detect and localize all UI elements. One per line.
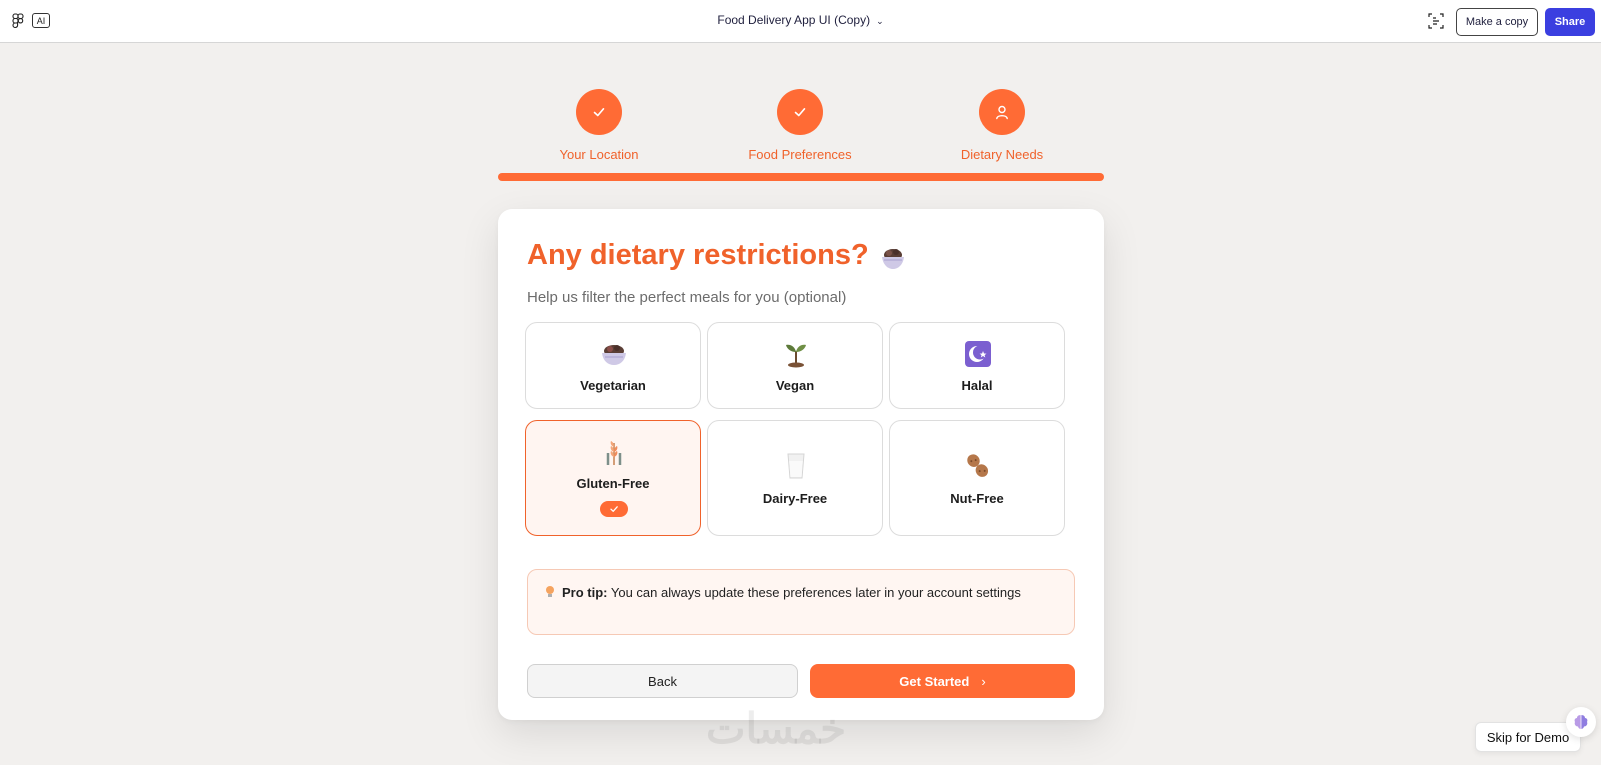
lightbulb-icon xyxy=(546,586,554,597)
step-complete-badge xyxy=(576,89,622,135)
option-label: Halal xyxy=(961,378,993,393)
step-dietary-needs: Dietary Needs xyxy=(912,89,1092,162)
milk-glass-icon xyxy=(787,453,805,479)
crescent-star-icon xyxy=(965,341,991,367)
option-label: Gluten-Free xyxy=(576,476,650,491)
salad-bowl-icon xyxy=(882,249,904,269)
share-button[interactable]: Share xyxy=(1545,8,1595,36)
make-copy-button[interactable]: Make a copy xyxy=(1456,8,1538,36)
get-started-label: Get Started xyxy=(899,673,970,689)
user-icon xyxy=(996,105,1008,120)
page-title: Any dietary restrictions? xyxy=(527,239,869,271)
brain-icon xyxy=(1574,715,1588,729)
back-button[interactable]: Back xyxy=(527,664,798,698)
progress-bar xyxy=(498,173,1104,181)
dev-mode-icon[interactable] xyxy=(1428,13,1444,29)
step-your-location: Your Location xyxy=(509,89,689,162)
file-title-text: Food Delivery App UI (Copy) xyxy=(717,13,871,27)
peanut-icon xyxy=(967,454,989,477)
get-started-button[interactable]: Get Started › xyxy=(810,664,1075,698)
option-gluten-free[interactable]: Gluten-Free xyxy=(525,420,701,536)
check-icon xyxy=(794,108,806,117)
option-vegan[interactable]: Vegan xyxy=(707,322,883,409)
step-current-badge xyxy=(979,89,1025,135)
chevron-right-icon: › xyxy=(981,673,986,689)
pro-tip-box: Pro tip: You can always update these pre… xyxy=(527,569,1075,635)
step-complete-badge xyxy=(777,89,823,135)
option-nut-free[interactable]: Nut-Free xyxy=(889,420,1065,536)
page-subtitle: Help us filter the perfect meals for you… xyxy=(527,289,847,306)
file-title[interactable]: Food Delivery App UI (Copy) ⌄ xyxy=(0,13,1601,27)
assistant-button[interactable] xyxy=(1566,707,1596,737)
option-label: Dairy-Free xyxy=(762,491,828,506)
chevron-down-icon: ⌄ xyxy=(876,16,884,26)
check-icon xyxy=(610,506,618,512)
salad-bowl-icon xyxy=(602,345,626,365)
watermark-logo: خمسات xyxy=(706,705,847,752)
option-vegetarian[interactable]: Vegetarian xyxy=(525,322,701,409)
check-icon xyxy=(593,108,605,117)
option-label: Vegetarian xyxy=(580,378,646,393)
step-label: Your Location xyxy=(559,147,639,162)
step-label: Dietary Needs xyxy=(960,147,1044,162)
option-dairy-free[interactable]: Dairy-Free xyxy=(707,420,883,536)
dietary-card: Any dietary restrictions? Help us filter… xyxy=(498,209,1104,720)
wheat-icon xyxy=(606,441,622,465)
top-bar: AI Food Delivery App UI (Copy) ⌄ Make a c… xyxy=(0,0,1601,43)
option-label: Nut-Free xyxy=(950,491,1004,506)
option-halal[interactable]: Halal xyxy=(889,322,1065,409)
step-label: Food Preferences xyxy=(748,147,852,162)
seedling-icon xyxy=(786,344,806,368)
step-food-preferences: Food Preferences xyxy=(710,89,890,162)
selected-check-badge xyxy=(600,501,628,517)
option-label: Vegan xyxy=(775,378,815,393)
pro-tip-text: You can always update these preferences … xyxy=(607,585,1021,600)
skip-for-demo-button[interactable]: Skip for Demo xyxy=(1475,722,1581,752)
pro-tip-label: Pro tip: xyxy=(562,585,608,600)
